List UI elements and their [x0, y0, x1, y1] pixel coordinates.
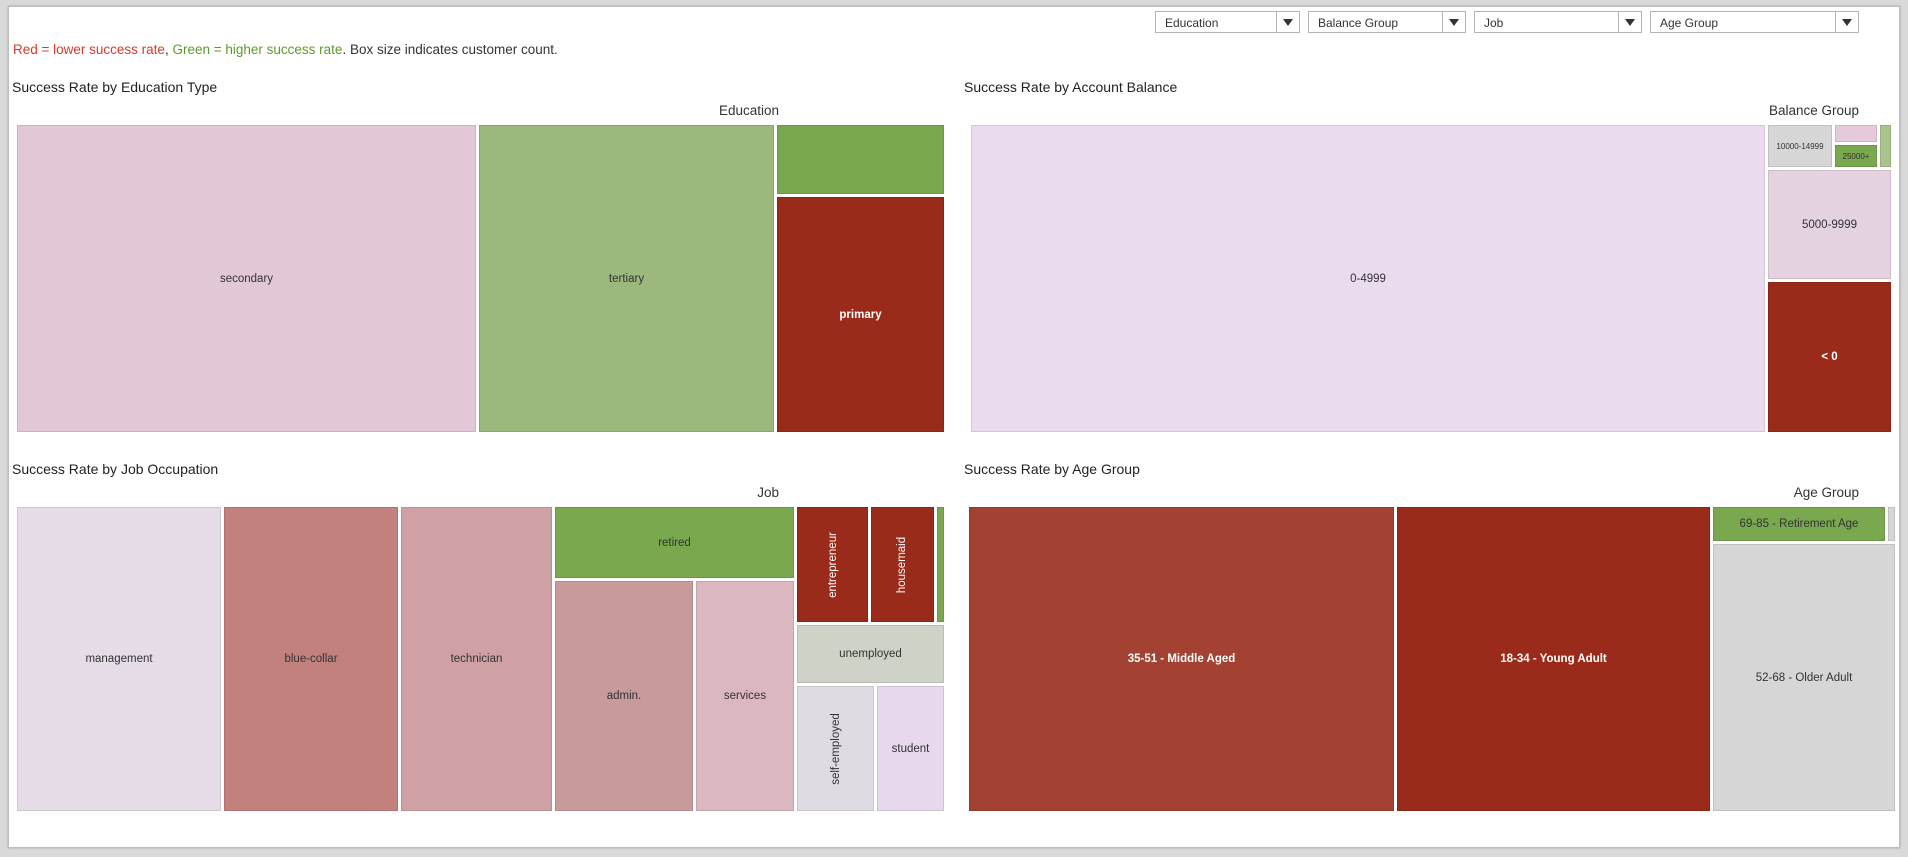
- treemap-tile-education-unlabeled[interactable]: [777, 125, 944, 194]
- age-panel-title: Success Rate by Age Group: [964, 461, 1140, 477]
- treemap-tile-52-68-older-adult[interactable]: 52-68 - Older Adult: [1713, 544, 1895, 811]
- treemap-tile-primary[interactable]: primary: [777, 197, 944, 432]
- treemap-tile-admin[interactable]: admin.: [555, 581, 693, 811]
- treemap-tile-housemaid[interactable]: housemaid: [871, 507, 934, 622]
- tile-label: 35-51 - Middle Aged: [1127, 653, 1236, 665]
- tile-label: management: [85, 653, 153, 665]
- tile-label: student: [891, 742, 930, 755]
- tile-label: primary: [839, 308, 882, 321]
- filter-age-group-label: Age Group: [1660, 16, 1719, 30]
- tile-label: 25000+: [1842, 151, 1870, 161]
- education-dimension-label: Education: [718, 103, 779, 118]
- legend-rest-text: . Box size indicates customer count.: [342, 42, 558, 57]
- treemap-tile-secondary[interactable]: secondary: [17, 125, 476, 432]
- treemap-tile-blue-collar[interactable]: blue-collar: [224, 507, 398, 811]
- tile-label: technician: [450, 653, 503, 665]
- treemap-tile-management[interactable]: management: [17, 507, 221, 811]
- tile-label: retired: [658, 536, 691, 549]
- tile-label: < 0: [1821, 351, 1838, 363]
- tile-label: blue-collar: [284, 653, 338, 665]
- treemap-tile-student[interactable]: student: [877, 686, 944, 811]
- treemap-tile-10000-14999[interactable]: 10000-14999: [1768, 125, 1832, 167]
- treemap-tile-unemployed[interactable]: unemployed: [797, 625, 944, 683]
- tile-label: entrepreneur: [826, 531, 839, 598]
- filter-balance-group-dropdown[interactable]: Balance Group: [1308, 11, 1466, 33]
- tile-label: tertiary: [608, 272, 645, 285]
- filter-age-group-dropdown[interactable]: Age Group: [1650, 11, 1859, 33]
- treemap-tile-balance-unlabeled-pink[interactable]: [1835, 125, 1877, 142]
- tile-label: housemaid: [896, 536, 909, 593]
- tile-label: unemployed: [839, 648, 902, 660]
- treemap-tile-entrepreneur[interactable]: entrepreneur: [797, 507, 868, 622]
- filter-balance-group-label: Balance Group: [1318, 16, 1399, 30]
- treemap-tile-technician[interactable]: technician: [401, 507, 552, 811]
- treemap-tile-5000-9999[interactable]: 5000-9999: [1768, 170, 1891, 279]
- treemap-tile-0-4999[interactable]: 0-4999: [971, 125, 1765, 432]
- treemap-tile-69-85-retirement-age[interactable]: 69-85 - Retirement Age: [1713, 507, 1885, 541]
- treemap-tile-self-employed[interactable]: self-employed: [797, 686, 874, 811]
- treemap-tile-tertiary[interactable]: tertiary: [479, 125, 774, 432]
- treemap-tile-18-34-young-adult[interactable]: 18-34 - Young Adult: [1397, 507, 1710, 811]
- tile-label: 18-34 - Young Adult: [1500, 653, 1607, 665]
- filter-job-dropdown[interactable]: Job: [1474, 11, 1642, 33]
- filter-job-label: Job: [1484, 16, 1504, 30]
- legend-green-text: Green = higher success rate: [172, 42, 343, 57]
- balance-dimension-label: Balance Group: [1768, 103, 1859, 118]
- filter-education-label: Education: [1165, 16, 1219, 30]
- treemap-tile-services[interactable]: services: [696, 581, 794, 811]
- treemap-tile-retired[interactable]: retired: [555, 507, 794, 578]
- treemap-tile-negative-balance[interactable]: < 0: [1768, 282, 1891, 432]
- color-legend-text: Red = lower success rate, Green = higher…: [13, 42, 558, 57]
- chevron-down-icon[interactable]: [1276, 12, 1299, 32]
- dashboard-frame: Education Balance Group Job Age Group Re…: [8, 6, 1900, 848]
- treemap-tile-job-unlabeled[interactable]: [937, 507, 944, 622]
- treemap-tile-age-unlabeled[interactable]: [1888, 507, 1895, 541]
- tile-label: admin.: [606, 690, 642, 702]
- treemap-tile-balance-unlabeled-green[interactable]: [1880, 125, 1891, 167]
- tile-label: services: [723, 690, 767, 702]
- job-dimension-label: Job: [757, 485, 779, 500]
- tile-label: secondary: [219, 272, 274, 285]
- chevron-down-icon[interactable]: [1442, 12, 1465, 32]
- filter-education-dropdown[interactable]: Education: [1155, 11, 1300, 33]
- tile-label: 52-68 - Older Adult: [1755, 671, 1853, 684]
- chevron-down-icon[interactable]: [1618, 12, 1641, 32]
- age-dimension-label: Age Group: [1793, 485, 1859, 500]
- job-panel-title: Success Rate by Job Occupation: [12, 461, 219, 477]
- tile-label: 0-4999: [1350, 272, 1386, 285]
- chevron-down-icon[interactable]: [1835, 12, 1858, 32]
- tile-label: 5000-9999: [1802, 218, 1857, 231]
- tile-label: self-employed: [829, 712, 842, 785]
- treemap-tile-25000-plus[interactable]: 25000+: [1835, 145, 1877, 167]
- balance-panel-title: Success Rate by Account Balance: [964, 79, 1178, 95]
- education-panel-title: Success Rate by Education Type: [12, 79, 218, 95]
- legend-red-text: Red = lower success rate: [13, 42, 165, 57]
- tile-label: 69-85 - Retirement Age: [1739, 518, 1859, 530]
- treemap-tile-35-51-middle-aged[interactable]: 35-51 - Middle Aged: [969, 507, 1394, 811]
- tile-label: 10000-14999: [1776, 141, 1824, 151]
